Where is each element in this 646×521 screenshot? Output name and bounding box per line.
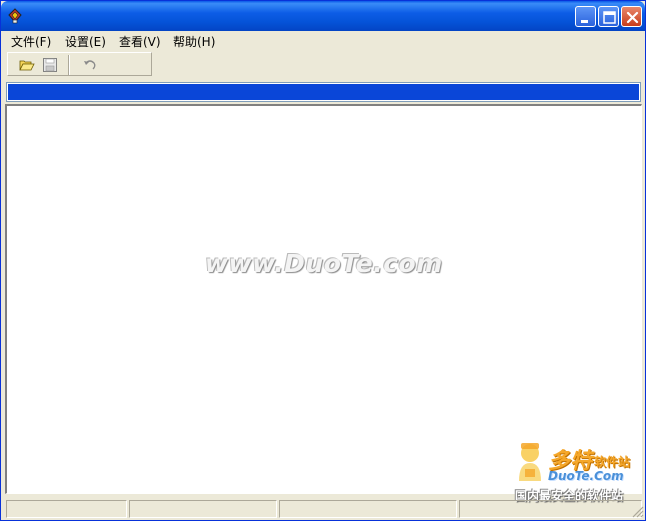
toolbar <box>7 52 152 76</box>
undo-button[interactable] <box>81 56 99 74</box>
app-icon[interactable] <box>7 8 23 24</box>
status-pane-1 <box>6 500 127 518</box>
menu-file[interactable]: 文件(F) <box>11 34 51 50</box>
resize-grip-icon[interactable] <box>630 504 644 518</box>
status-pane-3 <box>279 500 457 518</box>
maximize-button[interactable] <box>598 6 619 27</box>
close-icon <box>626 11 639 24</box>
undo-icon <box>84 60 96 70</box>
content-area[interactable]: www.DuoTe.com <box>5 104 642 494</box>
minimize-button[interactable] <box>575 6 596 27</box>
save-button[interactable] <box>41 56 59 74</box>
path-bar-fill <box>8 84 639 100</box>
mascot-icon <box>519 443 541 481</box>
status-pane-2 <box>129 500 277 518</box>
path-bar <box>6 82 641 102</box>
toolbar-separator <box>68 55 70 75</box>
menu-help[interactable]: 帮助(H) <box>173 34 215 50</box>
status-bar <box>4 498 644 519</box>
title-bar[interactable] <box>1 1 645 31</box>
status-pane-4 <box>459 500 642 518</box>
minimize-icon <box>581 20 588 23</box>
maximize-icon <box>603 11 616 24</box>
logo-brand-suffix: 软件站 <box>594 455 631 469</box>
application-window: 文件(F) 设置(E) 查看(V) 帮助(H) www.DuoTe.com 多特… <box>0 0 646 521</box>
menu-bar: 文件(F) 设置(E) 查看(V) 帮助(H) <box>4 31 642 51</box>
open-button[interactable] <box>18 56 36 74</box>
menu-settings[interactable]: 设置(E) <box>65 34 106 50</box>
save-icon <box>43 58 57 72</box>
close-button[interactable] <box>621 6 642 27</box>
watermark-text: www.DuoTe.com <box>205 249 443 278</box>
menu-view[interactable]: 查看(V) <box>119 34 161 50</box>
folder-open-icon <box>19 60 35 71</box>
logo-url: DuoTe.Com <box>548 469 624 483</box>
